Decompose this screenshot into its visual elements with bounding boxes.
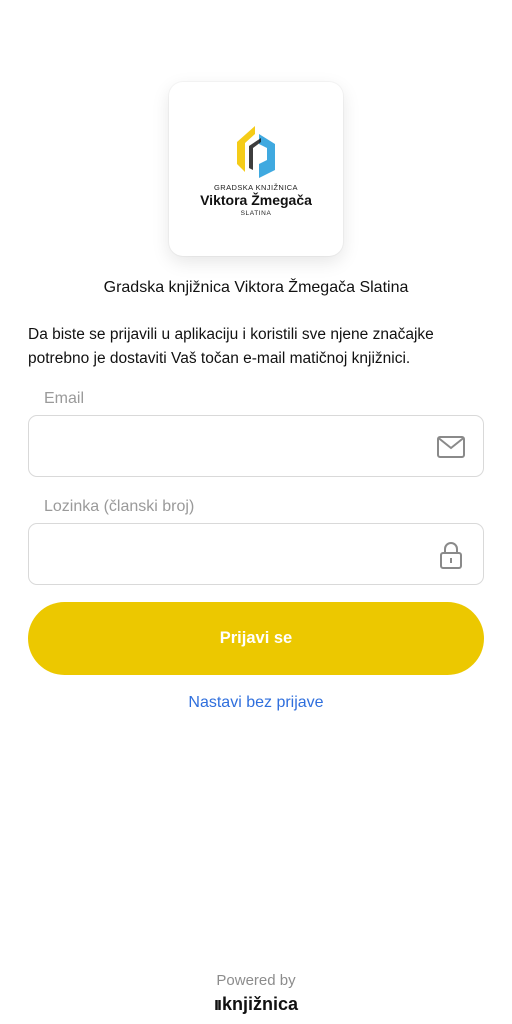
logo-city: SLATINA [240, 210, 272, 217]
logo-subtitle: GRADSKA KNJIŽNICA [214, 183, 298, 192]
brand-name: knjižnica [221, 994, 299, 1014]
library-logo-icon [237, 126, 275, 178]
password-label: Lozinka (članski broj) [44, 498, 195, 515]
envelope-icon [437, 436, 465, 458]
email-field[interactable] [28, 415, 484, 477]
library-logo-card: GRADSKA KNJIŽNICA Viktora Žmegača SLATIN… [169, 82, 343, 256]
intro-text: Da biste se prijavili u aplikaciju i kor… [28, 326, 434, 367]
continue-without-login-link[interactable]: Nastavi bez prijave [0, 694, 512, 712]
logo-title: Viktora Žmegača [200, 192, 312, 208]
brand-mark-icon: ıı [213, 994, 222, 1014]
email-input[interactable] [43, 416, 433, 476]
email-label: Email [44, 390, 85, 407]
login-button[interactable]: Prijavi se [28, 602, 484, 675]
password-field[interactable] [28, 523, 484, 585]
brand-logo: ıı knjižnica [0, 994, 512, 1015]
powered-by-label: Powered by [216, 972, 296, 989]
library-name: Gradska knjižnica Viktora Žmegača Slatin… [103, 279, 409, 296]
password-input[interactable] [43, 524, 433, 584]
lock-icon [440, 542, 462, 569]
